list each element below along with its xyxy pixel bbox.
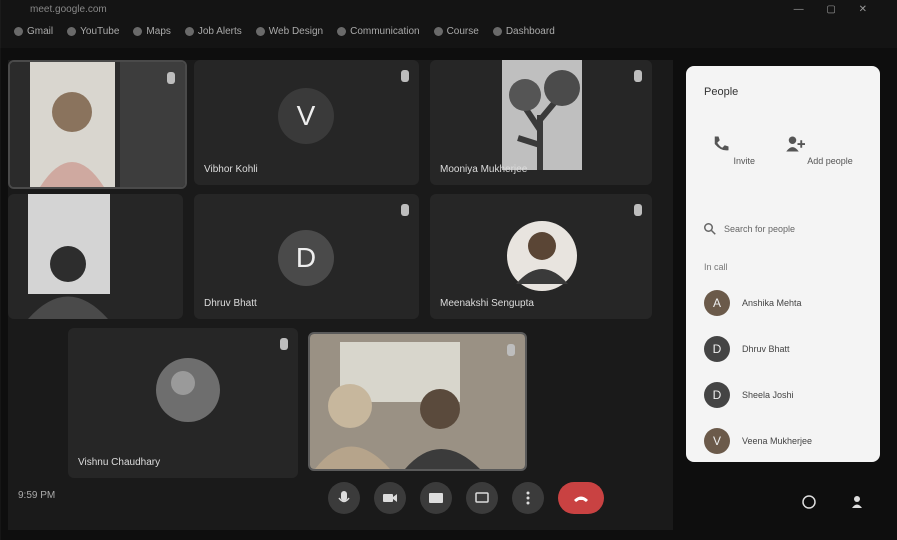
participant-name: Vibhor Kohli <box>204 164 258 175</box>
participant-list-avatar: D <box>704 336 730 362</box>
participant-avatar: D <box>278 230 334 286</box>
mic-indicator-icon <box>401 70 409 82</box>
participant-list-item[interactable]: D Sheela Joshi <box>704 382 869 408</box>
participant-tile[interactable]: Mooniya Mukherjee <box>430 60 652 185</box>
bookmark-icon <box>184 27 194 36</box>
info-button[interactable] <box>793 486 825 518</box>
participant-tile[interactable] <box>308 332 527 471</box>
mic-indicator-icon <box>507 344 515 356</box>
participant-name: Dhruv Bhatt <box>204 298 257 309</box>
participant-list-avatar: A <box>704 290 730 316</box>
people-icon <box>852 496 862 508</box>
bookmark-label: Maps <box>146 26 171 37</box>
bookmark-label: Dashboard <box>505 26 555 37</box>
participant-name: Mooniya Mukherjee <box>440 164 528 175</box>
participant-tile[interactable] <box>8 60 187 189</box>
participant-tile[interactable]: V Vibhor Kohli <box>194 60 419 185</box>
participant-list-name: Anshika Mehta <box>742 298 802 308</box>
camera-button[interactable] <box>374 482 406 514</box>
captions-icon <box>429 493 443 503</box>
browser-url-text[interactable]: meet.google.com <box>30 4 107 15</box>
participant-avatar: V <box>278 88 334 144</box>
bookmark-item[interactable]: Web Design <box>255 26 324 37</box>
participant-list-name: Veena Mukherjee <box>742 436 813 446</box>
participant-tile[interactable]: Meenakshi Sengupta <box>430 194 652 319</box>
bookmark-icon <box>433 27 443 36</box>
bookmark-label: Web Design <box>268 26 324 37</box>
people-panel: People Invite Add people Search for peop… <box>686 66 880 462</box>
participant-list-name: Dhruv Bhatt <box>742 344 790 354</box>
participant-list-item[interactable]: V Veena Mukherjee <box>704 428 869 454</box>
participant-tile[interactable] <box>8 194 183 319</box>
add-people-label: Add people <box>807 156 853 166</box>
in-call-section-label: In call <box>704 262 728 272</box>
side-controls <box>793 486 875 518</box>
mic-indicator-icon <box>280 338 288 350</box>
participant-name: Vishnu Chaudhary <box>78 457 161 468</box>
meeting-time: 9:59 PM <box>18 490 56 501</box>
bookmark-icon <box>14 27 23 36</box>
more-options-button[interactable] <box>512 482 544 514</box>
participant-list-name: Sheela Joshi <box>742 390 794 400</box>
bookmarks-bar: Gmail YouTube Maps Job Alerts Web Design… <box>14 26 555 37</box>
mic-indicator-icon <box>634 70 642 82</box>
browser-top-bar: meet.google.com — ▢ ✕ Gmail YouTube Maps… <box>0 0 897 48</box>
bookmark-label: Communication <box>350 26 420 37</box>
present-screen-icon <box>475 492 489 503</box>
camera-icon <box>383 494 397 502</box>
info-icon <box>802 495 816 509</box>
mic-button[interactable] <box>328 482 360 514</box>
search-placeholder: Search for people <box>724 224 796 234</box>
add-people-button[interactable]: Add people <box>774 134 864 166</box>
people-button[interactable] <box>843 486 875 518</box>
captions-button[interactable] <box>420 482 452 514</box>
participant-list-item[interactable]: A Anshika Mehta <box>704 290 869 316</box>
people-search[interactable]: Search for people <box>704 218 864 240</box>
end-call-icon <box>574 496 588 502</box>
mic-indicator-icon <box>634 204 642 216</box>
bookmark-item[interactable]: Gmail <box>14 26 53 37</box>
video-grid: V Vibhor Kohli Mooniya Mukherjee D Dhruv… <box>8 60 673 530</box>
bookmark-label: YouTube <box>80 26 120 37</box>
participant-list-avatar: V <box>704 428 730 454</box>
mic-indicator-icon <box>167 72 175 84</box>
bookmark-icon <box>133 27 143 36</box>
participant-video <box>310 334 525 469</box>
add-person-icon <box>786 136 806 152</box>
bookmark-icon <box>492 27 502 36</box>
participant-tile[interactable]: D Dhruv Bhatt <box>194 194 419 319</box>
mic-icon <box>338 491 350 503</box>
bookmark-icon <box>67 27 77 36</box>
bookmark-item[interactable]: Course <box>433 26 479 37</box>
panel-title: People <box>704 86 739 98</box>
bookmark-item[interactable]: Dashboard <box>492 26 555 37</box>
bookmark-item[interactable]: Job Alerts <box>184 26 242 37</box>
bookmark-icon <box>337 27 347 36</box>
bookmark-item[interactable]: YouTube <box>67 26 119 37</box>
bookmark-item[interactable]: Communication <box>337 26 420 37</box>
mic-indicator-icon <box>401 204 409 216</box>
bookmark-label: Job Alerts <box>197 26 242 37</box>
bookmark-label: Gmail <box>27 26 54 37</box>
participant-tile[interactable]: Vishnu Chaudhary <box>68 328 298 478</box>
end-call-button[interactable] <box>558 482 604 514</box>
participant-video <box>28 194 110 319</box>
participant-avatar-photo <box>156 358 220 422</box>
more-vert-icon <box>526 491 530 505</box>
participant-video <box>10 62 185 187</box>
bookmark-icon <box>255 27 265 36</box>
participant-name: Meenakshi Sengupta <box>440 298 534 309</box>
phone-icon <box>714 136 729 151</box>
invite-button[interactable]: Invite <box>688 134 778 166</box>
window-controls[interactable]: — ▢ ✕ <box>794 4 877 15</box>
search-icon <box>704 223 716 235</box>
bookmark-item[interactable]: Maps <box>133 26 171 37</box>
participant-list-item[interactable]: D Dhruv Bhatt <box>704 336 869 362</box>
participant-list-avatar: D <box>704 382 730 408</box>
call-controls <box>328 482 604 514</box>
bookmark-label: Course <box>446 26 479 37</box>
invite-label: Invite <box>733 156 756 166</box>
present-button[interactable] <box>466 482 498 514</box>
